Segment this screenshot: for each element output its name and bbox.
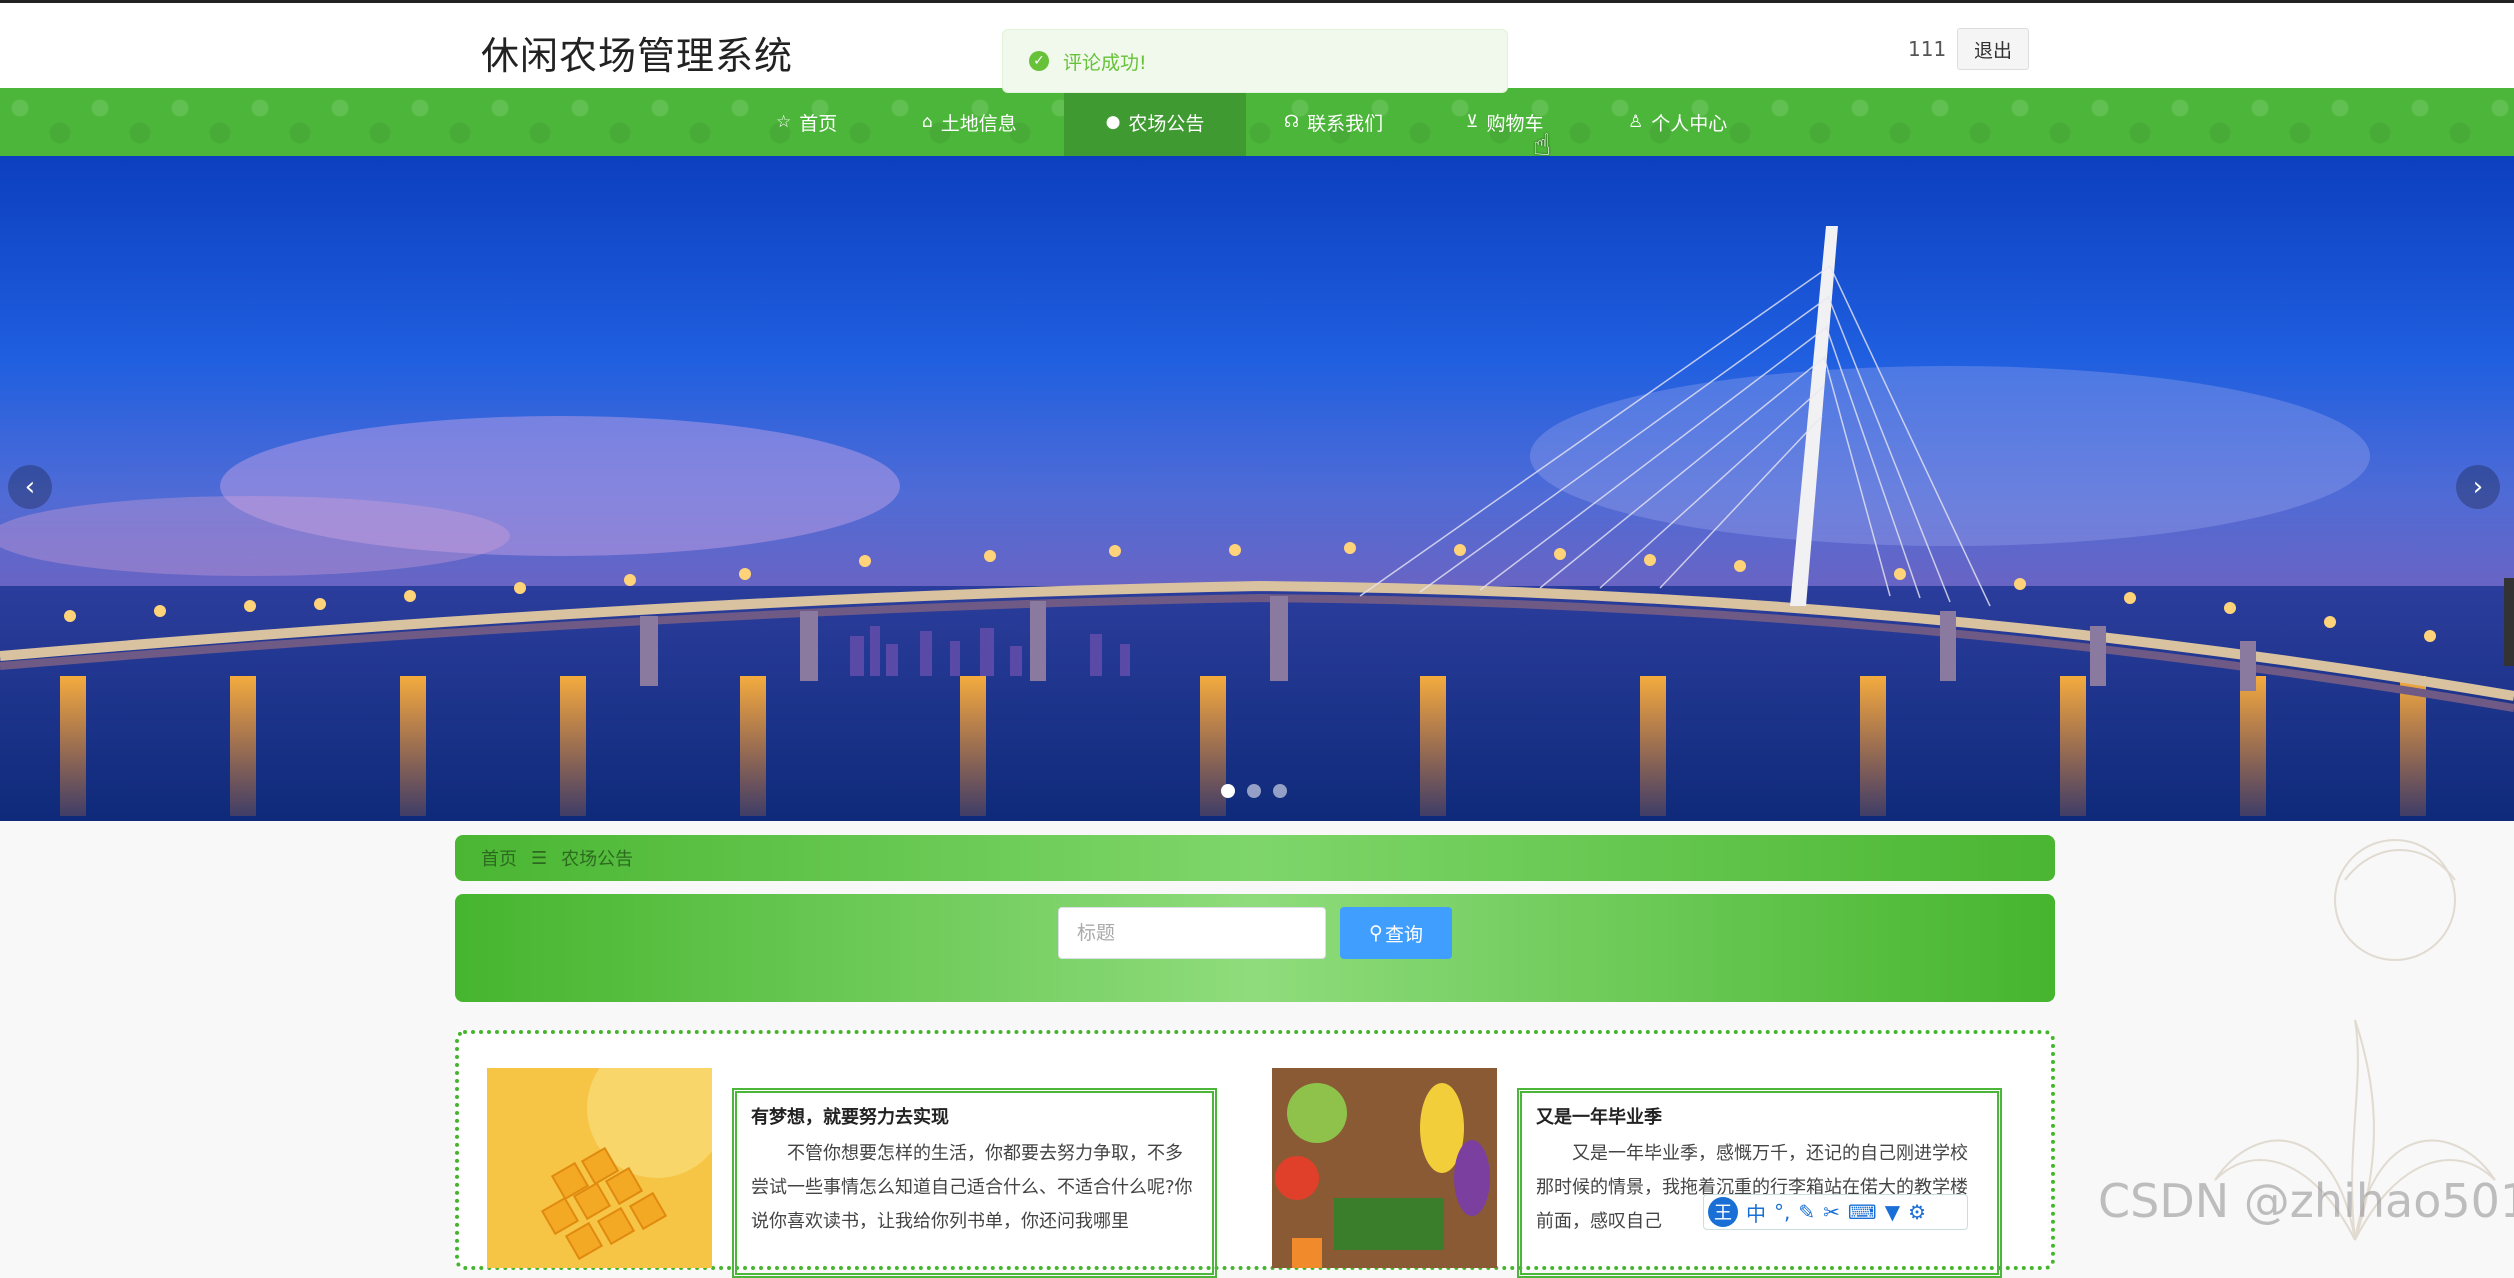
scissors-icon[interactable]: ✂	[1823, 1200, 1840, 1224]
notice-card[interactable]: 有梦想，就要努力去实现 不管你想要怎样的生活，你都要去努力争取，不多尝试一些事情…	[487, 1068, 1217, 1278]
logout-button[interactable]: 退出	[1957, 28, 2029, 70]
cart-icon: ⊻	[1466, 112, 1479, 132]
punctuation-icon[interactable]: °,	[1774, 1200, 1790, 1224]
nav-item-label: 个人中心	[1651, 112, 1728, 135]
notice-card[interactable]: 又是一年毕业季 又是一年毕业季，感慨万千，还记的自己刚进学校那时候的情景，我拖着…	[1272, 1068, 2002, 1278]
nav-item-contact[interactable]: ☊ 联系我们	[1284, 88, 1404, 156]
carousel-next-button[interactable]: ›	[2456, 465, 2500, 509]
breadcrumb: 首页 ☰ 农场公告	[455, 835, 2055, 881]
nav-item-land-info[interactable]: ⌂ 土地信息	[922, 88, 1042, 156]
search-button-label: 查询	[1384, 923, 1423, 946]
vegetables-image	[1272, 1068, 1497, 1268]
menu-icon: ☰	[531, 847, 548, 869]
skin-icon[interactable]: ▼	[1885, 1200, 1900, 1224]
csdn-watermark: CSDN @zhihao501	[2098, 1174, 2514, 1228]
carousel-prev-button[interactable]: ‹	[8, 465, 52, 509]
main-navbar: ☆ 首页 ⌂ 土地信息 ● 农场公告 ☊ 联系我们 ⊻ 购物车 ♙ 个人中心	[0, 88, 2514, 156]
carousel-dot-2[interactable]	[1247, 784, 1261, 798]
bag-icon: ⌂	[922, 112, 933, 132]
check-circle-icon: ✓	[1029, 51, 1049, 71]
keyboard-icon[interactable]: ⌨	[1848, 1200, 1877, 1224]
headset-icon: ☊	[1284, 112, 1300, 132]
mango-image	[487, 1068, 712, 1268]
nav-item-label: 农场公告	[1128, 112, 1205, 135]
username-label[interactable]: 111	[1908, 37, 1946, 61]
info-icon: ●	[1105, 112, 1121, 132]
bridge-night-image	[0, 156, 2514, 821]
carousel-dot-1[interactable]	[1221, 784, 1235, 798]
ime-mode-toggle[interactable]: 中	[1746, 1198, 1766, 1227]
breadcrumb-home[interactable]: 首页	[481, 845, 517, 871]
success-toast: ✓ 评论成功!	[1002, 29, 1508, 93]
notice-card-body: 又是一年毕业季 又是一年毕业季，感慨万千，还记的自己刚进学校那时候的情景，我拖着…	[1517, 1088, 2002, 1278]
toast-message: 评论成功!	[1063, 51, 1147, 74]
hand-cursor-icon: ☝	[1533, 128, 1552, 163]
nav-item-home[interactable]: ☆ 首页	[776, 88, 866, 156]
ime-toolbar[interactable]: 王 中 °, ✎ ✂ ⌨ ▼ ⚙	[1703, 1194, 1968, 1230]
carousel-banner[interactable]	[0, 156, 2514, 821]
nav-item-profile[interactable]: ♙ 个人中心	[1628, 88, 1748, 156]
page-scrollbar[interactable]	[2504, 578, 2514, 666]
notice-title[interactable]: 又是一年毕业季	[1536, 1103, 1983, 1129]
title-search-input[interactable]	[1058, 907, 1326, 959]
nav-item-farm-notice[interactable]: ● 农场公告	[1064, 88, 1246, 156]
carousel-dot-3[interactable]	[1273, 784, 1287, 798]
pen-icon[interactable]: ✎	[1798, 1200, 1815, 1224]
notice-title[interactable]: 有梦想，就要努力去实现	[751, 1103, 1198, 1129]
nav-item-label: 首页	[799, 112, 838, 135]
gear-icon[interactable]: ⚙	[1908, 1200, 1926, 1224]
notice-excerpt: 不管你想要怎样的生活，你都要去努力争取，不多尝试一些事情怎么知道自己适合什么、不…	[751, 1143, 1193, 1232]
breadcrumb-current: 农场公告	[561, 849, 634, 870]
star-icon: ☆	[776, 112, 792, 132]
site-title: 休闲农场管理系统	[481, 34, 794, 78]
user-icon: ♙	[1628, 112, 1644, 132]
search-icon: ⚲	[1369, 922, 1383, 944]
ime-logo-icon[interactable]: 王	[1708, 1197, 1738, 1227]
nav-item-label: 联系我们	[1307, 112, 1384, 135]
search-button[interactable]: ⚲ 查询	[1340, 907, 1452, 959]
notice-card-body: 有梦想，就要努力去实现 不管你想要怎样的生活，你都要去努力争取，不多尝试一些事情…	[732, 1088, 1217, 1278]
nav-item-label: 土地信息	[940, 112, 1017, 135]
